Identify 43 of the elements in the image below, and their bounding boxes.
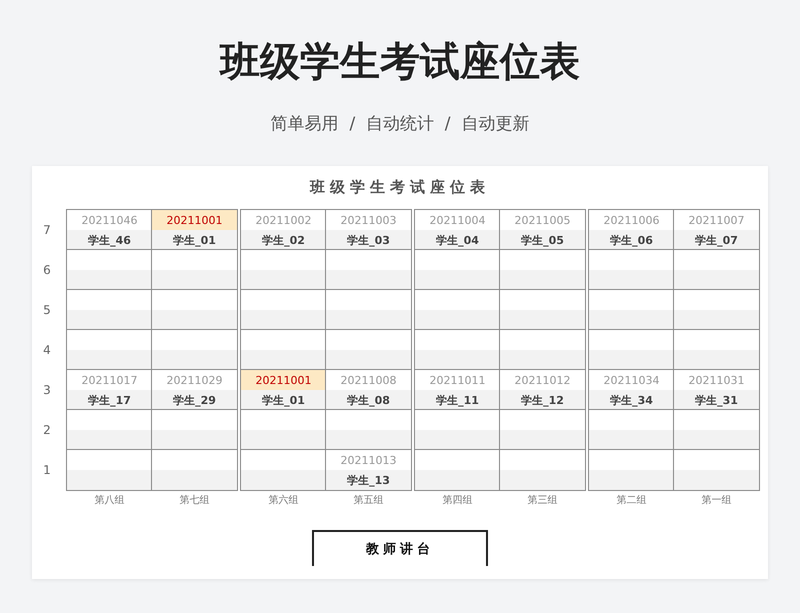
feature-tagline: 简单易用 / 自动统计 / 自动更新 [270,113,530,136]
row-number: 6 [42,262,52,279]
student-name: 学生_06 [589,230,674,250]
group-label: 第三组 [526,494,558,508]
row-number: 7 [42,222,52,239]
group-label: 第五组 [352,494,384,508]
student-id: 20211013 [326,450,411,470]
student-name: 学生_01 [241,390,326,410]
student-name: 学生_02 [241,230,326,250]
teacher-podium: 教师讲台 [312,530,488,566]
page-title: 班级学生考试座位表 [220,38,580,87]
group-label: 第四组 [442,494,474,508]
student-name: 学生_07 [674,230,759,250]
student-id: 20211001 [241,370,326,390]
student-name: 学生_13 [326,470,411,490]
student-name: 学生_31 [674,390,759,410]
row-number: 2 [42,422,52,439]
row-number: 5 [42,302,52,319]
student-name: 学生_29 [152,390,237,410]
student-id: 20211001 [152,210,237,230]
row-number: 3 [42,382,52,399]
student-name: 学生_08 [326,390,411,410]
group-label: 第一组 [700,494,732,508]
student-name: 学生_05 [500,230,585,250]
student-name: 学生_17 [67,390,152,410]
student-name: 学生_46 [67,230,152,250]
student-id: 20211029 [152,370,237,390]
group-label: 第七组 [178,494,210,508]
sheet-title: 班级学生考试座位表 [310,177,490,198]
group-label: 第八组 [94,494,126,508]
student-id: 20211031 [674,370,759,390]
student-id: 20211012 [500,370,585,390]
student-name: 学生_34 [589,390,674,410]
student-name: 学生_12 [500,390,585,410]
group-label: 第六组 [268,494,300,508]
student-name: 学生_04 [415,230,500,250]
row-number: 1 [42,462,52,479]
student-name: 学生_11 [415,390,500,410]
student-name: 学生_01 [152,230,237,250]
student-id: 20211008 [326,370,411,390]
row-number: 4 [42,342,52,359]
group-label: 第二组 [616,494,648,508]
student-name: 学生_03 [326,230,411,250]
